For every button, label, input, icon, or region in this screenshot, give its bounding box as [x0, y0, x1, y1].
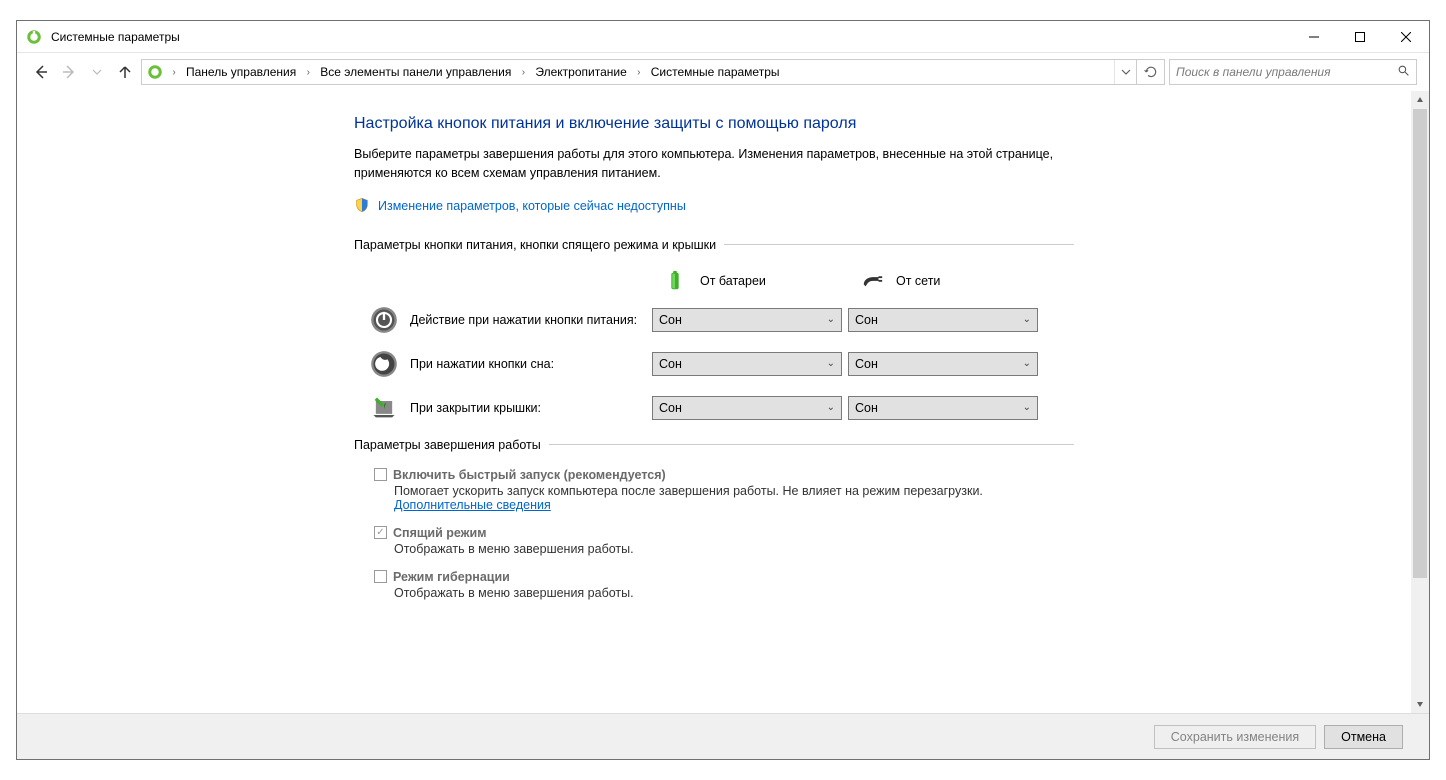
recent-dropdown-icon[interactable]: [85, 60, 109, 84]
select-value: Сон: [659, 357, 682, 371]
section-title: Параметры завершения работы: [354, 438, 541, 452]
footer-bar: Сохранить изменения Отмена: [17, 713, 1429, 759]
breadcrumb-segment[interactable]: Все элементы панели управления: [314, 60, 517, 84]
row-power-button: Действие при нажатии кнопки питания: Сон…: [354, 306, 1074, 334]
chevron-right-icon: ›: [517, 60, 529, 84]
sleep-desc: Отображать в меню завершения работы.: [394, 542, 1074, 556]
intro-text: Выберите параметры завершения работы для…: [354, 145, 1074, 183]
sleep-button-icon: [370, 350, 398, 378]
power-button-icon: [370, 306, 398, 334]
chevron-down-icon: ⌄: [827, 402, 835, 413]
chevron-down-icon: ⌄: [1023, 358, 1031, 369]
refresh-button[interactable]: [1136, 60, 1164, 84]
select-value: Сон: [659, 313, 682, 327]
select-value: Сон: [659, 401, 682, 415]
breadcrumb-segment[interactable]: Панель управления: [180, 60, 302, 84]
row-lid-close: При закрытии крышки: Сон ⌄ Сон ⌄: [354, 394, 1074, 422]
chevron-down-icon: ⌄: [827, 358, 835, 369]
row-lid-label: При закрытии крышки:: [410, 401, 652, 415]
battery-icon: [664, 268, 690, 294]
lid-plugged-select[interactable]: Сон ⌄: [848, 396, 1038, 420]
power-battery-select[interactable]: Сон ⌄: [652, 308, 842, 332]
breadcrumb-segment[interactable]: Электропитание: [529, 60, 632, 84]
laptop-lid-icon: [370, 394, 398, 422]
search-input[interactable]: [1176, 65, 1391, 79]
section-header: Параметры кнопки питания, кнопки спящего…: [354, 238, 1074, 252]
page-body: Настройка кнопок питания и включение защ…: [354, 115, 1074, 600]
scroll-up-button[interactable]: [1411, 91, 1429, 109]
section-header: Параметры завершения работы: [354, 438, 1074, 452]
sleep-plugged-select[interactable]: Сон ⌄: [848, 352, 1038, 376]
breadcrumb[interactable]: › Панель управления › Все элементы панел…: [141, 59, 1165, 85]
close-button[interactable]: [1383, 21, 1429, 53]
content-area: Настройка кнопок питания и включение защ…: [17, 91, 1429, 713]
search-icon: [1397, 64, 1410, 80]
sleep-checkbox-item: ✓ Спящий режим Отображать в меню заверше…: [374, 526, 1074, 556]
sleep-title: Спящий режим: [393, 526, 486, 540]
col-battery-label: От батареи: [700, 274, 766, 288]
column-headers: От батареи От сети: [354, 268, 1074, 294]
title-bar: Системные параметры: [17, 21, 1429, 53]
divider-line: [724, 244, 1074, 245]
page-title: Настройка кнопок питания и включение защ…: [354, 115, 1074, 133]
save-button[interactable]: Сохранить изменения: [1154, 725, 1316, 749]
back-button[interactable]: [29, 60, 53, 84]
checkbox[interactable]: ✓: [374, 526, 387, 539]
fast-startup-title: Включить быстрый запуск (рекомендуется): [393, 468, 666, 482]
lid-battery-select[interactable]: Сон ⌄: [652, 396, 842, 420]
chevron-right-icon: ›: [168, 60, 180, 84]
col-head-plugged: От сети: [860, 268, 1056, 294]
location-icon: [142, 60, 168, 84]
hibernate-checkbox-item: Режим гибернации Отображать в меню завер…: [374, 570, 1074, 600]
cancel-button[interactable]: Отмена: [1324, 725, 1403, 749]
fast-startup-checkbox-item: Включить быстрый запуск (рекомендуется) …: [374, 468, 1074, 512]
col-head-battery: От батареи: [664, 268, 860, 294]
row-sleep-button: При нажатии кнопки сна: Сон ⌄ Сон ⌄: [354, 350, 1074, 378]
section-title: Параметры кнопки питания, кнопки спящего…: [354, 238, 716, 252]
admin-link[interactable]: Изменение параметров, которые сейчас нед…: [378, 199, 686, 213]
forward-button[interactable]: [57, 60, 81, 84]
chevron-right-icon: ›: [633, 60, 645, 84]
sleep-battery-select[interactable]: Сон ⌄: [652, 352, 842, 376]
scrollbar-thumb[interactable]: [1413, 109, 1427, 578]
shield-icon: [354, 197, 370, 216]
chevron-down-icon: ⌄: [1023, 402, 1031, 413]
search-box[interactable]: [1169, 59, 1417, 85]
plug-icon: [860, 268, 886, 294]
select-value: Сон: [855, 357, 878, 371]
divider-line: [549, 444, 1074, 445]
select-value: Сон: [855, 401, 878, 415]
chevron-down-icon: ⌄: [827, 314, 835, 325]
power-plugged-select[interactable]: Сон ⌄: [848, 308, 1038, 332]
col-plugged-label: От сети: [896, 274, 940, 288]
checkbox[interactable]: [374, 468, 387, 481]
address-dropdown-button[interactable]: [1114, 60, 1136, 84]
minimize-button[interactable]: [1291, 21, 1337, 53]
chevron-down-icon: ⌄: [1023, 314, 1031, 325]
window-title: Системные параметры: [51, 30, 1291, 44]
maximize-button[interactable]: [1337, 21, 1383, 53]
scroll-down-button[interactable]: [1411, 695, 1429, 713]
more-info-link[interactable]: Дополнительные сведения: [394, 498, 551, 512]
scrollbar-track[interactable]: [1411, 109, 1429, 695]
row-sleep-label: При нажатии кнопки сна:: [410, 357, 652, 371]
breadcrumb-segment[interactable]: Системные параметры: [645, 60, 786, 84]
power-options-icon: [25, 28, 43, 46]
window: Системные параметры: [16, 20, 1430, 760]
nav-row: › Панель управления › Все элементы панел…: [17, 53, 1429, 91]
vertical-scrollbar[interactable]: [1411, 91, 1429, 713]
row-power-label: Действие при нажатии кнопки питания:: [410, 313, 652, 327]
fast-startup-desc: Помогает ускорить запуск компьютера посл…: [394, 484, 1074, 512]
up-button[interactable]: [113, 60, 137, 84]
window-controls: [1291, 21, 1429, 52]
select-value: Сон: [855, 313, 878, 327]
hibernate-title: Режим гибернации: [393, 570, 510, 584]
admin-link-row[interactable]: Изменение параметров, которые сейчас нед…: [354, 197, 1074, 216]
checkbox[interactable]: [374, 570, 387, 583]
hibernate-desc: Отображать в меню завершения работы.: [394, 586, 1074, 600]
chevron-right-icon: ›: [302, 60, 314, 84]
